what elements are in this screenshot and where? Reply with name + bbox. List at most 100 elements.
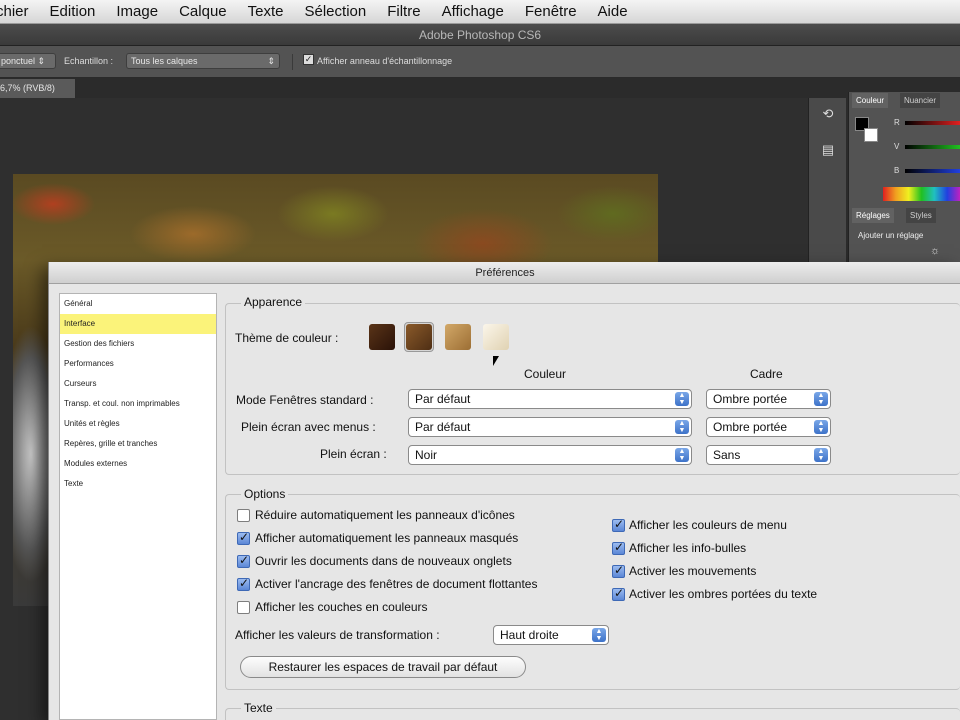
chevron-updown-icon: ▲ ▼ — [675, 392, 689, 406]
menu-fenetre[interactable]: Fenêtre — [525, 3, 577, 20]
chevron-updown-icon: ▲ ▼ — [592, 628, 606, 642]
appearance-group-label: Apparence — [241, 295, 306, 309]
auto-collapse-checkbox[interactable] — [237, 509, 250, 522]
mode-select[interactable]: ponctuel ⇕ — [0, 53, 56, 69]
sidebar-item-units[interactable]: Unités et règles — [60, 414, 216, 434]
fullscreen-menus-color-select[interactable]: Par défaut ▲ ▼ — [408, 417, 692, 437]
fullscreen-frame-value: Sans — [713, 448, 741, 462]
column-header-cadre: Cadre — [750, 367, 783, 381]
document-tab[interactable]: 6,7% (RVB/8) — [0, 79, 76, 98]
fullscreen-menus-label: Plein écran avec menus : — [241, 420, 376, 434]
add-adjustment-label: Ajouter un réglage — [858, 231, 924, 240]
menu-edition[interactable]: Edition — [50, 3, 96, 20]
standard-mode-color-select[interactable]: Par défaut ▲ ▼ — [408, 389, 692, 409]
history-icon[interactable]: ⟲ — [819, 106, 837, 126]
open-in-tabs-checkbox[interactable] — [237, 553, 250, 568]
menu-filtre[interactable]: Filtre — [387, 3, 420, 20]
sidebar-item-cursors[interactable]: Curseurs — [60, 374, 216, 394]
mode-select-value: ponctuel — [1, 56, 36, 66]
slider-label-v: V — [894, 142, 900, 151]
sidebar-item-type[interactable]: Texte — [60, 474, 216, 494]
sidebar-item-general[interactable]: Général — [60, 294, 216, 314]
transform-values-value: Haut droite — [500, 628, 559, 642]
auto-show-panels-checkbox[interactable] — [237, 530, 250, 545]
text-shadows-checkbox[interactable] — [612, 586, 625, 601]
divider — [292, 54, 293, 70]
blue-slider[interactable] — [905, 169, 960, 173]
sidebar-item-guides[interactable]: Repères, grille et tranches — [60, 434, 216, 454]
type-group — [225, 708, 960, 720]
tooltips-label: Afficher les info-bulles — [629, 541, 747, 555]
tab-reglages[interactable]: Réglages — [852, 208, 894, 223]
standard-mode-label: Mode Fenêtres standard : — [236, 393, 374, 407]
menu-selection[interactable]: Sélection — [305, 3, 367, 20]
brightness-icon[interactable]: ☼ — [930, 245, 940, 257]
docking-checkbox[interactable] — [237, 576, 250, 591]
standard-mode-frame-select[interactable]: Ombre portée ▲ ▼ — [706, 389, 831, 409]
window-title: Adobe Photoshop CS6 — [0, 24, 960, 46]
fullscreen-color-select[interactable]: Noir ▲ ▼ — [408, 445, 692, 465]
sidebar-item-files[interactable]: Gestion des fichiers — [60, 334, 216, 354]
options-bar: ponctuel ⇕ Echantillon : Tous les calque… — [0, 46, 960, 78]
tooltips-checkbox[interactable] — [612, 540, 625, 555]
sidebar-item-interface[interactable]: Interface — [60, 314, 216, 334]
transform-values-select[interactable]: Haut droite ▲ ▼ — [493, 625, 609, 645]
tab-nuancier[interactable]: Nuancier — [900, 93, 941, 108]
fullscreen-label: Plein écran : — [320, 447, 387, 461]
sample-select-value: Tous les calques — [131, 56, 198, 66]
gestures-checkbox[interactable] — [612, 563, 625, 578]
ring-checkbox[interactable]: ✓ — [303, 54, 314, 65]
fullscreen-color-value: Noir — [415, 448, 438, 462]
menu-calque[interactable]: Calque — [179, 3, 227, 20]
slider-label-b: B — [894, 166, 900, 175]
color-spectrum[interactable] — [883, 187, 960, 201]
fullscreen-frame-select[interactable]: Sans ▲ ▼ — [706, 445, 831, 465]
sample-label: Echantillon : — [64, 56, 114, 66]
theme-swatch-medium[interactable] — [443, 322, 473, 352]
menu-affichage[interactable]: Affichage — [442, 3, 504, 20]
screen: chier Edition Image Calque Texte Sélecti… — [0, 0, 960, 720]
panel-icon-strip: ⟲ ▤ — [808, 98, 846, 268]
chevron-updown-icon: ▲ ▼ — [814, 420, 828, 434]
theme-swatch-light[interactable] — [481, 322, 511, 352]
sidebar-item-plugins[interactable]: Modules externes — [60, 454, 216, 474]
chevron-updown-icon: ⇕ — [267, 56, 275, 66]
fullscreen-menus-frame-select[interactable]: Ombre portée ▲ ▼ — [706, 417, 831, 437]
gestures-label: Activer les mouvements — [629, 564, 757, 578]
open-in-tabs-label: Ouvrir les documents dans de nouveaux on… — [255, 554, 512, 568]
fullscreen-menus-frame-value: Ombre portée — [713, 420, 788, 434]
tab-styles[interactable]: Styles — [906, 208, 936, 223]
menu-image[interactable]: Image — [116, 3, 158, 20]
menu-fichier[interactable]: chier — [0, 3, 29, 20]
sidebar-item-transparency[interactable]: Transp. et coul. non imprimables — [60, 394, 216, 414]
options-group-label: Options — [241, 487, 289, 501]
fullscreen-menus-color-value: Par défaut — [415, 420, 471, 434]
slider-label-r: R — [894, 118, 900, 127]
chevron-updown-icon: ▲ ▼ — [814, 392, 828, 406]
sample-select[interactable]: Tous les calques ⇕ — [126, 53, 280, 69]
menu-texte[interactable]: Texte — [248, 3, 284, 20]
tab-couleur[interactable]: Couleur — [852, 93, 889, 108]
theme-swatch-darkest[interactable] — [367, 322, 397, 352]
standard-mode-color-value: Par défaut — [415, 392, 471, 406]
sidebar-item-performance[interactable]: Performances — [60, 354, 216, 374]
chevron-updown-icon: ▲ ▼ — [675, 448, 689, 462]
dialog-title: Préférences — [49, 262, 960, 284]
theme-swatch-dark[interactable] — [404, 322, 434, 352]
properties-icon[interactable]: ▤ — [819, 142, 837, 162]
color-channels-label: Afficher les couches en couleurs — [255, 600, 428, 614]
color-channels-checkbox[interactable] — [237, 601, 250, 614]
chevron-updown-icon: ▲ ▼ — [814, 448, 828, 462]
menu-colors-checkbox[interactable] — [612, 517, 625, 532]
auto-collapse-label: Réduire automatiquement les panneaux d'i… — [255, 508, 515, 522]
menu-aide[interactable]: Aide — [598, 3, 628, 20]
transform-values-label: Afficher les valeurs de transformation : — [235, 628, 440, 642]
green-slider[interactable] — [905, 145, 960, 149]
background-color-swatch[interactable] — [864, 128, 878, 142]
ring-checkbox-label: Afficher anneau d'échantillonnage — [317, 56, 453, 66]
preferences-sidebar: Général Interface Gestion des fichiers P… — [59, 293, 217, 720]
restore-workspaces-button[interactable]: Restaurer les espaces de travail par déf… — [240, 656, 526, 678]
red-slider[interactable] — [905, 121, 960, 125]
docking-label: Activer l'ancrage des fenêtres de docume… — [255, 577, 538, 591]
theme-label: Thème de couleur : — [235, 331, 339, 345]
